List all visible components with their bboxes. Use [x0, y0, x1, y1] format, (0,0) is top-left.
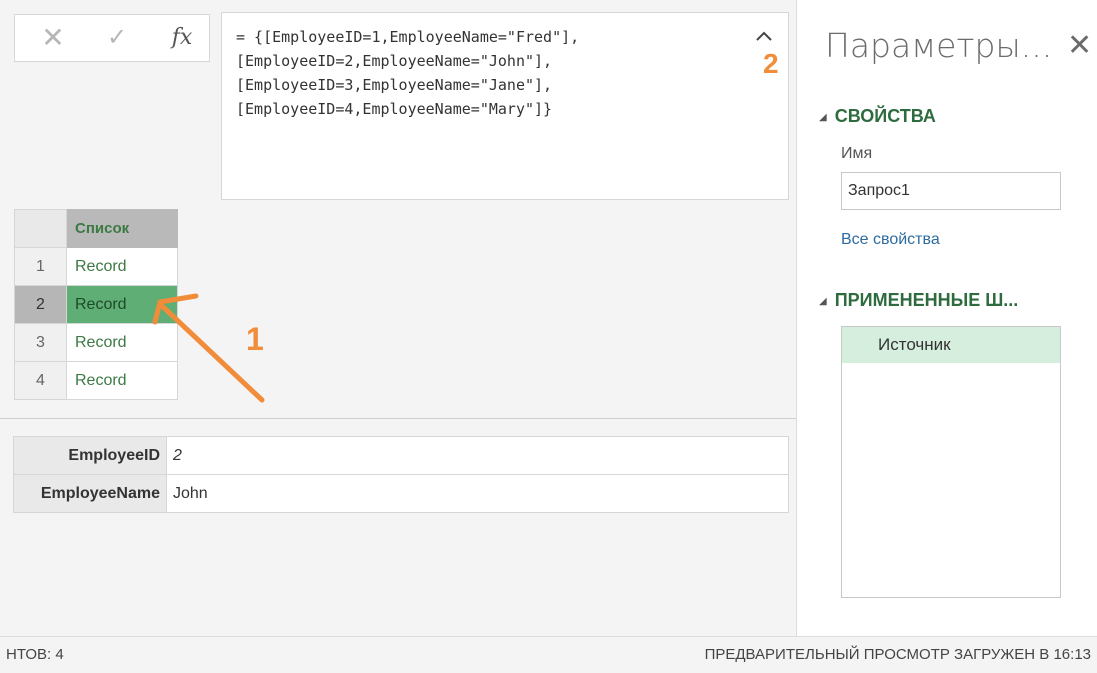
close-icon[interactable]: ✕: [1067, 28, 1092, 63]
formula-bar[interactable]: = {[EmployeeID=1,EmployeeName="Fred"], [E…: [221, 12, 789, 200]
row-number[interactable]: 3: [14, 323, 67, 362]
field-value[interactable]: 2: [166, 436, 789, 475]
formula-line: [EmployeeID=3,EmployeeName="Jane"],: [236, 76, 553, 94]
annotation-number-2: 2: [763, 48, 779, 79]
grid-corner[interactable]: [14, 209, 67, 248]
confirm-icon[interactable]: ✓: [97, 15, 137, 61]
formula-line: = {[EmployeeID=1,EmployeeName="Fred"],: [236, 28, 580, 46]
record-field-row: EmployeeID 2: [13, 436, 789, 475]
chevron-up-icon[interactable]: [754, 27, 774, 47]
all-properties-link[interactable]: Все свойства: [841, 231, 940, 249]
row-number[interactable]: 1: [14, 247, 67, 286]
query-preview-pane: ✕ ✓ fx = {[EmployeeID=1,EmployeeName="Fr…: [0, 0, 796, 636]
status-bar: НТОВ: 4 ПРЕДВАРИТЕЛЬНЫЙ ПРОСМОТР ЗАГРУЖЕ…: [0, 636, 1097, 673]
name-label: Имя: [841, 145, 873, 162]
formula-line: [EmployeeID=4,EmployeeName="Mary"]}: [236, 100, 553, 118]
formula-text[interactable]: = {[EmployeeID=1,EmployeeName="Fred"], [E…: [236, 25, 746, 121]
table-row: 1 Record: [14, 247, 178, 286]
table-row: 4 Record: [14, 361, 178, 400]
collapse-triangle-icon[interactable]: ◢: [819, 296, 827, 307]
record-cell[interactable]: Record: [66, 323, 178, 362]
fx-icon[interactable]: fx: [161, 15, 203, 61]
section-header-label: ПРИМЕНЕННЫЕ Ш...: [834, 290, 1019, 310]
query-settings-pane: Параметры... ✕ ◢ СВОЙСТВА Имя Все свойств…: [796, 0, 1097, 636]
section-header-label: СВОЙСТВА: [834, 106, 936, 126]
record-cell[interactable]: Record: [66, 247, 178, 286]
record-details-table: EmployeeID 2 EmployeeName John: [13, 436, 789, 513]
table-row-selected: 2 Record: [14, 285, 178, 324]
row-number[interactable]: 2: [14, 285, 67, 324]
pane-divider[interactable]: [0, 418, 796, 419]
row-number[interactable]: 4: [14, 361, 67, 400]
annotation-number-1: 1: [246, 321, 264, 357]
record-field-row: EmployeeName John: [13, 474, 789, 513]
column-header-list[interactable]: Список: [66, 209, 178, 248]
field-name: EmployeeID: [13, 436, 167, 475]
cancel-icon[interactable]: ✕: [33, 15, 73, 61]
query-name-input[interactable]: [841, 172, 1061, 210]
data-grid: Список 1 Record 2 Record 3 Record 4 Reco…: [14, 209, 178, 400]
table-row: 3 Record: [14, 323, 178, 362]
collapse-triangle-icon[interactable]: ◢: [819, 112, 827, 123]
status-count: НТОВ: 4: [6, 646, 64, 663]
record-cell[interactable]: Record: [66, 361, 178, 400]
status-preview-loaded: ПРЕДВАРИТЕЛЬНЫЙ ПРОСМОТР ЗАГРУЖЕН В 16:1…: [704, 646, 1091, 663]
field-name: EmployeeName: [13, 474, 167, 513]
pane-title: Параметры...: [825, 26, 1053, 65]
grid-header-row: Список: [14, 209, 178, 248]
field-value[interactable]: John: [166, 474, 789, 513]
record-cell[interactable]: Record: [66, 285, 178, 324]
applied-steps-section-header[interactable]: ◢ ПРИМЕНЕННЫЕ Ш...: [819, 290, 1018, 311]
formula-buttons-group: ✕ ✓ fx: [14, 14, 210, 62]
applied-steps-list: Источник: [841, 326, 1061, 598]
properties-section-header[interactable]: ◢ СВОЙСТВА: [819, 106, 936, 127]
applied-step-source[interactable]: Источник: [842, 327, 1060, 363]
formula-line: [EmployeeID=2,EmployeeName="John"],: [236, 52, 553, 70]
